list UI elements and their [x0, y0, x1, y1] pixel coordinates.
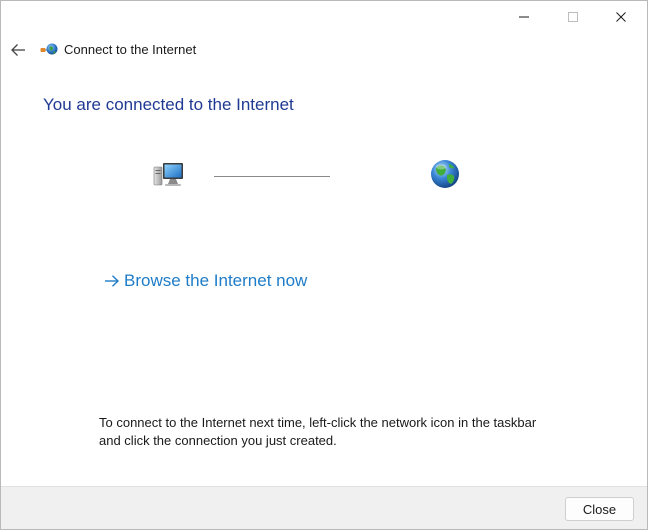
- browse-link-label: Browse the Internet now: [124, 271, 308, 290]
- computer-icon: [153, 163, 183, 186]
- connection-line: [214, 176, 330, 177]
- page-title: You are connected to the Internet: [43, 95, 294, 114]
- dialog-footer: Close: [1, 486, 647, 529]
- maximize-button[interactable]: [550, 1, 596, 33]
- globe-icon: [431, 160, 459, 188]
- close-icon: [616, 12, 626, 22]
- maximize-icon: [568, 12, 578, 22]
- close-button[interactable]: Close: [565, 497, 634, 521]
- info-text: To connect to the Internet next time, le…: [99, 415, 537, 448]
- window-close-button[interactable]: [598, 1, 644, 33]
- minimize-button[interactable]: [501, 1, 547, 33]
- arrow-right-icon: [105, 275, 120, 287]
- back-button[interactable]: [5, 37, 31, 63]
- window-title: Connect to the Internet: [64, 42, 197, 57]
- network-globe-icon: [40, 43, 58, 55]
- minimize-icon: [519, 16, 529, 18]
- back-arrow-icon: [11, 44, 25, 56]
- browse-internet-link[interactable]: Browse the Internet now: [104, 271, 307, 291]
- dialog-window: Connect to the Internet You are connecte…: [0, 0, 648, 530]
